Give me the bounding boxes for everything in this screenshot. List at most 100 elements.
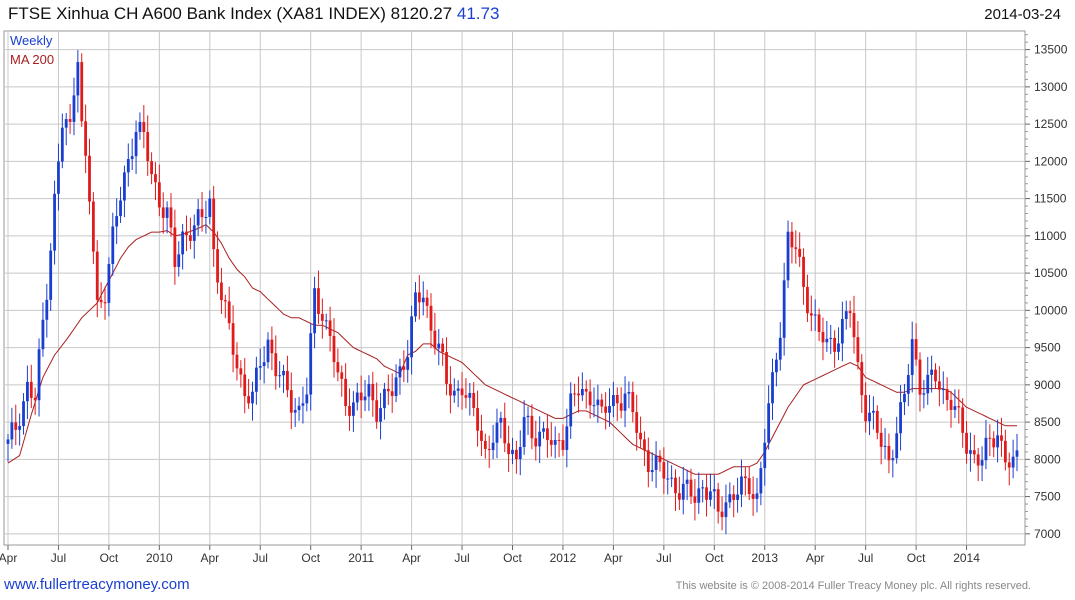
weekly-bar <box>941 389 945 391</box>
weekly-bar <box>111 226 115 264</box>
weekly-bar <box>918 359 922 395</box>
weekly-bar <box>355 392 359 403</box>
weekly-bar <box>72 95 76 122</box>
weekly-bar <box>658 455 662 463</box>
weekly-bar <box>227 301 231 324</box>
y-tick-label: 12000 <box>1034 154 1068 168</box>
y-tick-label: 7000 <box>1034 527 1061 541</box>
weekly-bar <box>580 388 584 396</box>
weekly-bar <box>154 174 157 183</box>
x-tick-label: Oct <box>100 551 119 565</box>
weekly-bar <box>437 343 441 349</box>
weekly-bar <box>449 383 452 396</box>
weekly-bar <box>926 374 930 394</box>
weekly-bar <box>743 476 747 479</box>
weekly-bar <box>844 311 848 320</box>
weekly-bar <box>340 372 344 379</box>
weekly-bar <box>608 406 611 413</box>
weekly-bar <box>328 320 332 336</box>
weekly-bar <box>476 407 479 431</box>
weekly-bar <box>980 460 984 466</box>
y-tick-label: 8000 <box>1034 452 1061 466</box>
weekly-bar <box>584 388 588 392</box>
weekly-bar <box>549 440 553 445</box>
x-tick-label: Oct <box>301 551 320 565</box>
weekly-bar <box>588 391 592 406</box>
weekly-bar <box>452 390 456 396</box>
weekly-bar <box>755 493 759 499</box>
weekly-bar <box>511 449 514 455</box>
weekly-bar <box>802 256 805 287</box>
weekly-bar <box>631 392 635 413</box>
y-tick-label: 12500 <box>1034 117 1068 131</box>
weekly-bar <box>646 450 650 473</box>
weekly-bar <box>891 458 895 461</box>
weekly-bar <box>542 428 545 432</box>
weekly-bar <box>759 468 763 494</box>
weekly-bar <box>402 366 406 370</box>
weekly-bar <box>379 408 382 422</box>
weekly-bar <box>282 370 285 376</box>
weekly-bar <box>526 415 530 418</box>
weekly-bar <box>421 297 425 303</box>
weekly-bar <box>146 132 150 162</box>
x-tick-label: 2010 <box>146 551 173 565</box>
weekly-bar <box>945 389 949 401</box>
weekly-bar <box>693 496 697 503</box>
weekly-bar <box>522 417 526 447</box>
weekly-bar <box>251 391 254 404</box>
weekly-bar <box>173 227 177 267</box>
weekly-bar <box>782 280 786 338</box>
weekly-bar <box>984 437 988 461</box>
x-tick-label: Apr <box>806 551 825 565</box>
weekly-bar <box>553 439 557 445</box>
x-tick-label: Apr <box>604 551 623 565</box>
weekly-bar <box>406 357 410 370</box>
weekly-bar <box>689 479 693 497</box>
grid-lines <box>4 31 1025 545</box>
weekly-bar <box>565 426 569 450</box>
weekly-bar <box>305 394 309 404</box>
weekly-bar <box>309 333 313 395</box>
weekly-bar <box>142 121 146 133</box>
x-tick-label: 2013 <box>751 551 778 565</box>
weekly-bar <box>26 381 29 402</box>
weekly-bar <box>107 263 111 303</box>
weekly-bar <box>188 235 192 241</box>
weekly-bar <box>883 445 887 447</box>
weekly-bar <box>324 320 328 322</box>
weekly-bar <box>837 343 840 352</box>
y-tick-label: 9500 <box>1034 341 1061 355</box>
weekly-bar <box>674 477 677 494</box>
weekly-bar <box>130 156 134 160</box>
weekly-bar <box>57 161 60 194</box>
weekly-bar <box>569 393 573 427</box>
weekly-bar <box>992 438 996 448</box>
weekly-bar <box>375 400 379 422</box>
website-link[interactable]: www.fullertreacymoney.com <box>4 576 190 593</box>
weekly-bar <box>790 231 794 248</box>
weekly-bar <box>910 339 914 376</box>
weekly-bar <box>386 388 390 392</box>
y-tick-label: 10000 <box>1034 303 1068 317</box>
weekly-bar <box>49 250 53 300</box>
y-tick-label: 9000 <box>1034 378 1061 392</box>
weekly-bar <box>612 395 615 407</box>
weekly-bar <box>398 366 402 378</box>
weekly-bar <box>239 368 243 375</box>
weekly-bar <box>887 445 891 461</box>
weekly-bar <box>445 352 448 384</box>
weekly-bar <box>37 349 41 401</box>
weekly-bar <box>507 443 511 455</box>
y-tick-label: 11000 <box>1034 229 1067 243</box>
weekly-bar <box>965 432 968 454</box>
weekly-bar <box>383 388 386 409</box>
x-tick-label: 2014 <box>953 551 980 565</box>
weekly-bar <box>615 395 619 404</box>
weekly-bar <box>460 388 464 396</box>
weekly-bar <box>483 440 487 449</box>
weekly-bar <box>254 367 258 392</box>
weekly-bar <box>64 119 68 128</box>
weekly-bar <box>879 432 883 447</box>
x-tick-label: 2012 <box>550 551 577 565</box>
